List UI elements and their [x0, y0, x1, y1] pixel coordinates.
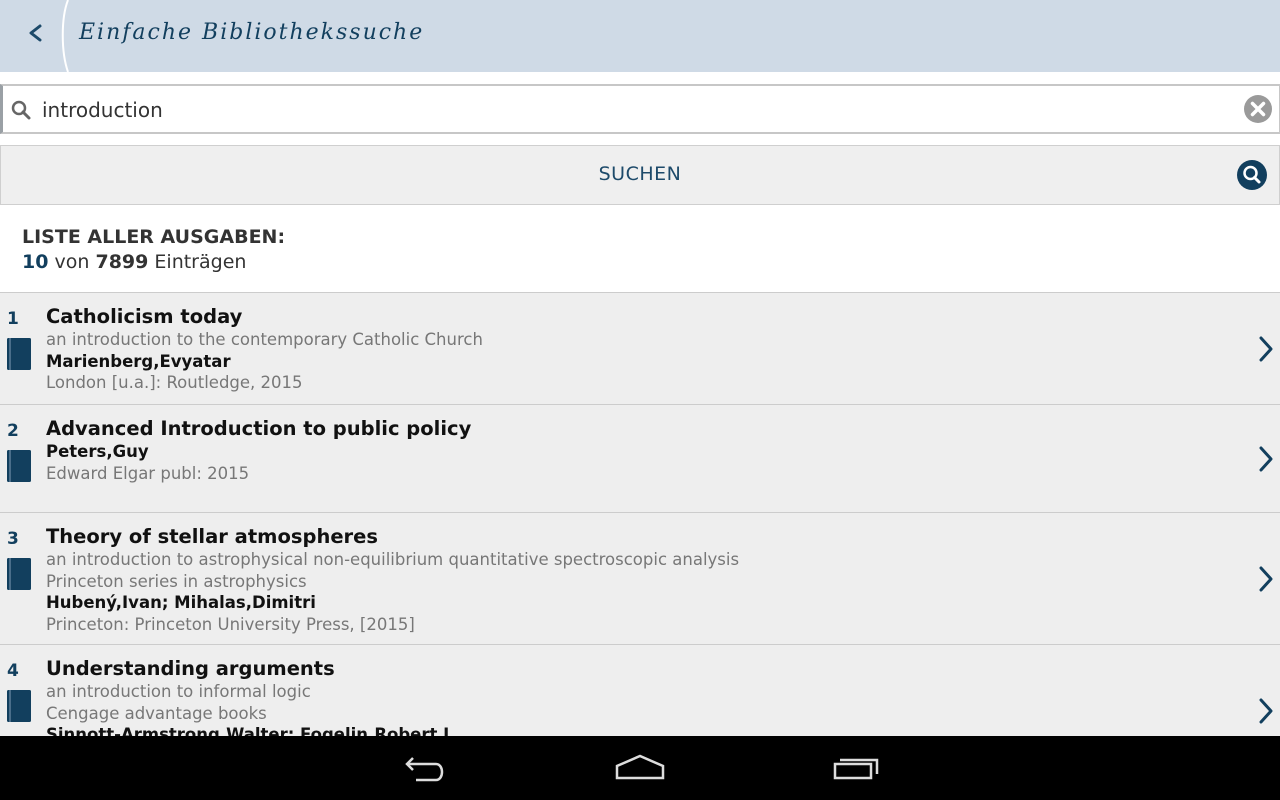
- list-item[interactable]: 2 Advanced Introduction to public policy…: [0, 404, 1280, 512]
- result-author: Hubený,Ivan; Mihalas,Dimitri: [46, 593, 316, 612]
- chevron-right-icon[interactable]: [1256, 565, 1276, 593]
- chevron-left-icon[interactable]: [0, 0, 70, 72]
- result-subtitle: an introduction to informal logic: [46, 682, 311, 701]
- book-icon: [7, 690, 31, 722]
- result-title: Catholicism today: [46, 305, 243, 328]
- results-between: von: [54, 251, 90, 273]
- result-series: Cengage advantage books: [46, 703, 267, 723]
- result-publisher: Edward Elgar publ: 2015: [46, 463, 250, 483]
- results-total: 7899: [95, 251, 149, 273]
- search-button[interactable]: SUCHEN: [0, 145, 1280, 205]
- list-item[interactable]: 3 Theory of stellar atmospheres an intro…: [0, 512, 1280, 644]
- result-rank: 1: [7, 309, 19, 329]
- page-title: Einfache Bibliothekssuche: [79, 20, 425, 45]
- book-icon: [7, 558, 31, 590]
- home-nav-icon[interactable]: [614, 750, 666, 786]
- search-icon: [11, 100, 31, 120]
- app-header: Einfache Bibliothekssuche: [0, 0, 1280, 72]
- list-item[interactable]: 1 Catholicism today an introduction to t…: [0, 292, 1280, 404]
- result-author: Sinnott-Armstrong,Walter; Fogelin,Robert…: [46, 725, 456, 736]
- results-count: 10 von 7899 Einträgen: [22, 251, 246, 273]
- result-title: Advanced Introduction to public policy: [46, 417, 472, 440]
- clear-icon[interactable]: [1243, 94, 1273, 124]
- list-item[interactable]: 4 Understanding arguments an introductio…: [0, 644, 1280, 736]
- result-subtitle: an introduction to the contemporary Cath…: [46, 330, 483, 349]
- result-publisher: Princeton: Princeton University Press, […: [46, 614, 415, 634]
- book-icon: [7, 450, 31, 482]
- result-rank: 2: [7, 421, 19, 441]
- results-shown: 10: [22, 251, 49, 273]
- result-author: Marienberg,Evyatar: [46, 351, 231, 371]
- recents-nav-icon[interactable]: [832, 750, 884, 786]
- chevron-right-icon[interactable]: [1256, 445, 1276, 473]
- magnifier-icon: [1237, 160, 1267, 190]
- book-icon: [7, 338, 31, 370]
- search-field[interactable]: [0, 84, 1280, 134]
- back-nav-icon[interactable]: [398, 750, 450, 786]
- result-series: Princeton series in astrophysics: [46, 571, 307, 591]
- results-heading: LISTE ALLER AUSGABEN:: [22, 226, 286, 248]
- result-publisher: London [u.a.]: Routledge, 2015: [46, 373, 303, 392]
- search-button-label: SUCHEN: [598, 163, 682, 185]
- result-subtitle: an introduction to astrophysical non-equ…: [46, 550, 740, 569]
- result-rank: 4: [7, 661, 19, 681]
- search-input[interactable]: [40, 92, 1224, 128]
- result-author: Peters,Guy: [46, 442, 149, 461]
- results-suffix: Einträgen: [154, 251, 247, 273]
- back-button[interactable]: [0, 0, 70, 72]
- result-title: Theory of stellar atmospheres: [46, 525, 378, 548]
- result-title: Understanding arguments: [46, 657, 335, 680]
- navigation-bar: [0, 736, 1280, 800]
- chevron-right-icon[interactable]: [1256, 335, 1276, 363]
- result-rank: 3: [7, 529, 19, 549]
- chevron-right-icon[interactable]: [1256, 697, 1276, 725]
- results-list: 1 Catholicism today an introduction to t…: [0, 292, 1280, 736]
